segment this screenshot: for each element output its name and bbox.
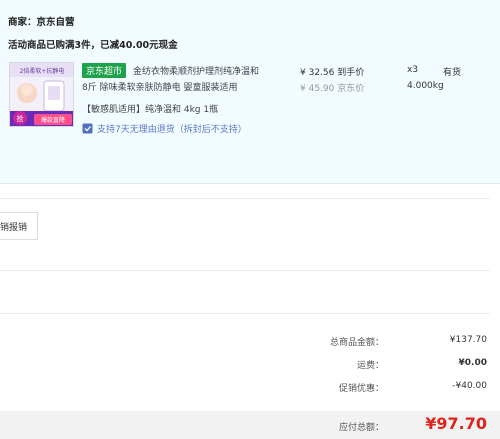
product-title-line2[interactable]: 8斤 除味柔软亲肤防静电 婴童服装适用	[82, 80, 237, 93]
product-title-text[interactable]: 金纺衣物柔顺剂护理剂纯净温和	[133, 67, 259, 77]
item-quantity: x3	[407, 65, 419, 75]
freight-label: 运费：	[356, 361, 384, 371]
payable-total-label: 应付总额：	[338, 423, 384, 433]
section-divider	[0, 198, 490, 199]
deal-price: ¥ 32.56 到手价	[300, 68, 365, 78]
section-divider	[0, 270, 490, 271]
section-divider	[0, 313, 490, 314]
payable-total-bar: 应付总额： ¥97.70	[0, 411, 500, 439]
item-weight: 4.000kg	[407, 81, 444, 91]
return-policy: 支持7天无理由退货（拆封后不支持）	[82, 122, 247, 135]
merchant-label: 商家：京东自营	[8, 17, 75, 28]
jd-price: ¥ 45.90 京东价	[300, 84, 365, 94]
promo-label: 活动商品已购满3件，已减40.00元现金	[8, 40, 178, 51]
discount-label: 促销优惠：	[338, 384, 384, 394]
return-policy-text: 支持7天无理由退货（拆封后不支持）	[97, 125, 247, 135]
product-image[interactable]: 2倍柔软+抗静电 抢 爆款直降	[9, 62, 74, 127]
goods-total-value: ¥137.70	[449, 335, 487, 345]
goods-total-label: 总商品金额：	[329, 338, 384, 348]
thumb-headline: 2倍柔软+抗静电	[20, 67, 65, 75]
product-title-line1[interactable]: 京东超市 金纺衣物柔顺剂护理剂纯净温和	[82, 63, 259, 78]
payable-total-value: ¥97.70	[425, 414, 487, 433]
thumb-grab-label: 抢	[17, 114, 24, 123]
store-panel: 商家：京东自营 活动商品已购满3件，已减40.00元现金 2倍柔软+抗静电 抢 …	[0, 0, 500, 184]
return-policy-icon	[82, 123, 93, 134]
jd-supermarket-tag: 京东超市	[82, 63, 127, 78]
stock-status: 有货	[443, 68, 462, 78]
invoice-reimburse-button[interactable]: 销报销	[0, 212, 38, 240]
thumb-badge-label: 爆款直降	[41, 116, 65, 124]
product-spec: 【敏感肌适用】纯净温和 4kg 1瓶	[82, 105, 219, 115]
freight-value: ¥0.00	[458, 358, 487, 368]
product-image-art: 2倍柔软+抗静电 抢 爆款直降	[10, 63, 73, 126]
discount-value: -¥40.00	[452, 381, 487, 391]
